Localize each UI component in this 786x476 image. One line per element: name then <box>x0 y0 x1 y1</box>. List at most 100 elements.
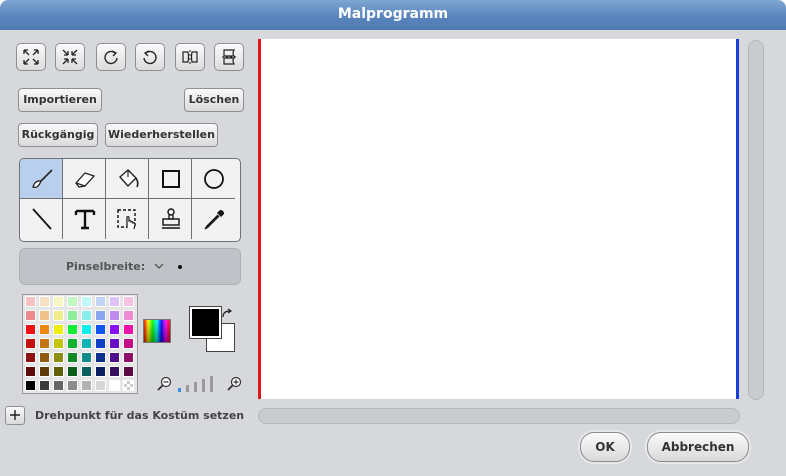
import-button[interactable]: Importieren <box>18 88 102 112</box>
title-bar[interactable]: Malprogramm <box>0 0 786 30</box>
color-swatch[interactable] <box>123 338 134 349</box>
color-swatch[interactable] <box>67 338 78 349</box>
color-swatch[interactable] <box>81 380 92 391</box>
horizontal-scrollbar[interactable] <box>258 408 740 424</box>
tool-eraser[interactable] <box>63 159 106 199</box>
zoom-in-icon[interactable] <box>226 376 242 392</box>
ok-button[interactable]: OK <box>580 432 630 462</box>
color-swatch[interactable] <box>123 352 134 363</box>
tool-eyedropper[interactable] <box>192 199 235 239</box>
zoom-level-1[interactable] <box>178 388 181 392</box>
tool-fill[interactable] <box>106 159 149 199</box>
redo-button[interactable]: Wiederherstellen <box>105 123 218 147</box>
color-swatch[interactable] <box>123 310 134 321</box>
color-swatch[interactable] <box>25 352 36 363</box>
color-swatch[interactable] <box>25 338 36 349</box>
tool-select[interactable] <box>106 199 149 239</box>
color-swatch[interactable] <box>123 380 134 391</box>
color-swatch[interactable] <box>39 324 50 335</box>
color-swatch[interactable] <box>95 352 106 363</box>
vertical-scrollbar[interactable] <box>748 40 764 400</box>
tool-stamp[interactable] <box>149 199 192 239</box>
select-icon <box>117 209 136 230</box>
color-swatch[interactable] <box>67 324 78 335</box>
cancel-button[interactable]: Abbrechen <box>647 432 749 462</box>
clear-button[interactable]: Löschen <box>184 88 244 112</box>
color-swatch[interactable] <box>53 338 64 349</box>
color-swatch[interactable] <box>53 324 64 335</box>
color-swatch[interactable] <box>39 366 50 377</box>
tool-rectangle[interactable] <box>149 159 192 199</box>
color-swatch[interactable] <box>109 296 120 307</box>
color-swatch[interactable] <box>53 366 64 377</box>
zoom-level-4[interactable] <box>202 379 205 392</box>
swap-colors-icon[interactable] <box>220 308 234 320</box>
text-icon <box>74 209 96 230</box>
color-swatch[interactable] <box>53 380 64 391</box>
color-swatch[interactable] <box>39 338 50 349</box>
color-swatch[interactable] <box>95 380 106 391</box>
color-swatch[interactable] <box>123 324 134 335</box>
color-swatch[interactable] <box>95 310 106 321</box>
color-swatch[interactable] <box>39 296 50 307</box>
tool-brush[interactable] <box>20 159 63 199</box>
drawing-canvas[interactable] <box>258 39 739 399</box>
color-swatch[interactable] <box>67 352 78 363</box>
color-swatch[interactable] <box>95 366 106 377</box>
color-swatch[interactable] <box>109 380 120 391</box>
color-swatch[interactable] <box>109 338 120 349</box>
color-swatch[interactable] <box>123 296 134 307</box>
zoom-level-2[interactable] <box>186 385 189 392</box>
zoom-level-3[interactable] <box>194 382 197 392</box>
color-swatch[interactable] <box>95 338 106 349</box>
color-swatch[interactable] <box>25 310 36 321</box>
set-pivot-button[interactable] <box>5 406 25 425</box>
color-swatch[interactable] <box>81 352 92 363</box>
tool-text[interactable] <box>63 199 106 239</box>
color-swatch[interactable] <box>109 310 120 321</box>
flip-vertical-button[interactable] <box>214 43 244 71</box>
zoom-out-icon[interactable] <box>156 376 172 392</box>
color-swatch[interactable] <box>53 310 64 321</box>
color-swatch[interactable] <box>81 296 92 307</box>
color-swatch[interactable] <box>81 366 92 377</box>
color-swatch[interactable] <box>39 380 50 391</box>
grow-button[interactable] <box>16 43 46 71</box>
color-swatch[interactable] <box>25 380 36 391</box>
color-swatch[interactable] <box>53 296 64 307</box>
color-swatch[interactable] <box>95 324 106 335</box>
color-swatch[interactable] <box>53 352 64 363</box>
color-swatch[interactable] <box>109 352 120 363</box>
line-icon <box>32 208 52 230</box>
color-swatch[interactable] <box>109 324 120 335</box>
undo-button[interactable]: Rückgängig <box>18 123 98 147</box>
color-swatch[interactable] <box>109 366 120 377</box>
color-swatch[interactable] <box>67 310 78 321</box>
color-swatch[interactable] <box>81 310 92 321</box>
window-title: Malprogramm <box>337 6 449 22</box>
flip-horizontal-button[interactable] <box>175 43 205 71</box>
color-swatch[interactable] <box>67 296 78 307</box>
color-swatch[interactable] <box>25 324 36 335</box>
rotate-left-button[interactable] <box>96 43 126 71</box>
color-swatch[interactable] <box>95 296 106 307</box>
color-swatch[interactable] <box>81 338 92 349</box>
color-swatch[interactable] <box>67 366 78 377</box>
rotate-right-button[interactable] <box>135 43 165 71</box>
color-swatch[interactable] <box>39 352 50 363</box>
color-swatch[interactable] <box>39 310 50 321</box>
tool-line[interactable] <box>20 199 63 239</box>
color-swatch[interactable] <box>81 324 92 335</box>
foreground-color-swatch[interactable] <box>189 306 222 339</box>
color-swatch[interactable] <box>123 366 134 377</box>
color-swatch[interactable] <box>25 296 36 307</box>
shrink-button[interactable] <box>55 43 85 71</box>
brush-size-label: Pinselbreite: <box>66 260 146 273</box>
eyedropper-icon <box>204 210 224 230</box>
zoom-level-5[interactable] <box>210 376 213 392</box>
brush-size-selector[interactable]: Pinselbreite: <box>19 248 241 285</box>
tool-ellipse[interactable] <box>192 159 235 199</box>
color-picker-spectrum[interactable] <box>143 319 171 343</box>
color-swatch[interactable] <box>25 366 36 377</box>
color-swatch[interactable] <box>67 380 78 391</box>
